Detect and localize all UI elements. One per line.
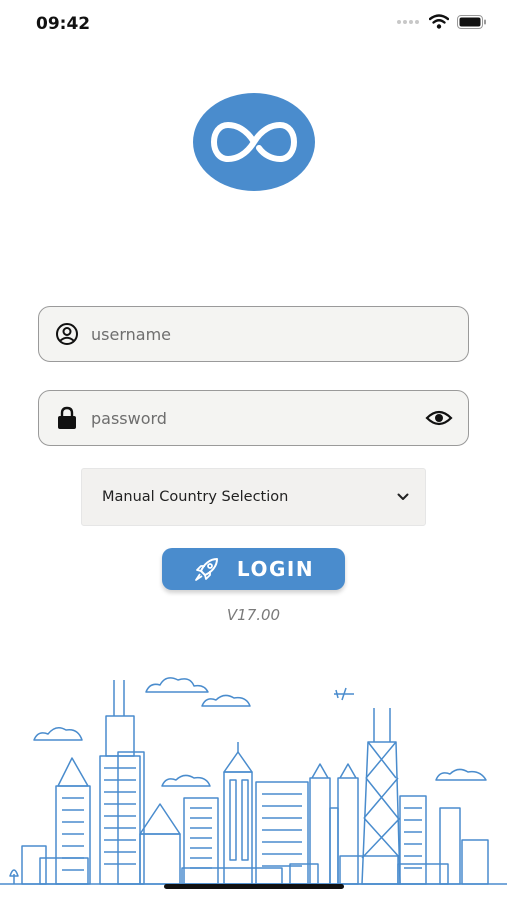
wifi-icon <box>429 14 449 29</box>
rocket-icon <box>195 558 218 581</box>
status-time: 09:42 <box>36 14 91 34</box>
eye-icon[interactable] <box>424 406 454 430</box>
username-field[interactable] <box>38 306 469 362</box>
signal-icon <box>397 19 419 24</box>
faint-decoration <box>190 274 330 288</box>
username-input[interactable] <box>89 323 468 345</box>
app-logo <box>193 93 315 191</box>
password-field[interactable] <box>38 390 469 446</box>
country-select[interactable]: Manual Country Selection <box>81 468 426 526</box>
status-icons <box>397 14 487 29</box>
battery-icon <box>457 14 486 29</box>
home-indicator[interactable] <box>164 884 344 889</box>
login-label: LOGIN <box>236 557 315 581</box>
chevron-down-icon <box>397 493 409 500</box>
login-button[interactable]: LOGIN <box>162 548 345 590</box>
country-select-label: Manual Country Selection <box>102 489 289 505</box>
version-label: V17.00 <box>226 606 281 624</box>
status-bar: 09:42 <box>0 0 507 50</box>
user-circle-icon <box>55 322 79 346</box>
lock-icon <box>55 406 79 430</box>
password-input[interactable] <box>89 407 424 429</box>
city-skyline-illustration <box>0 677 507 885</box>
infinity-icon <box>210 121 298 163</box>
